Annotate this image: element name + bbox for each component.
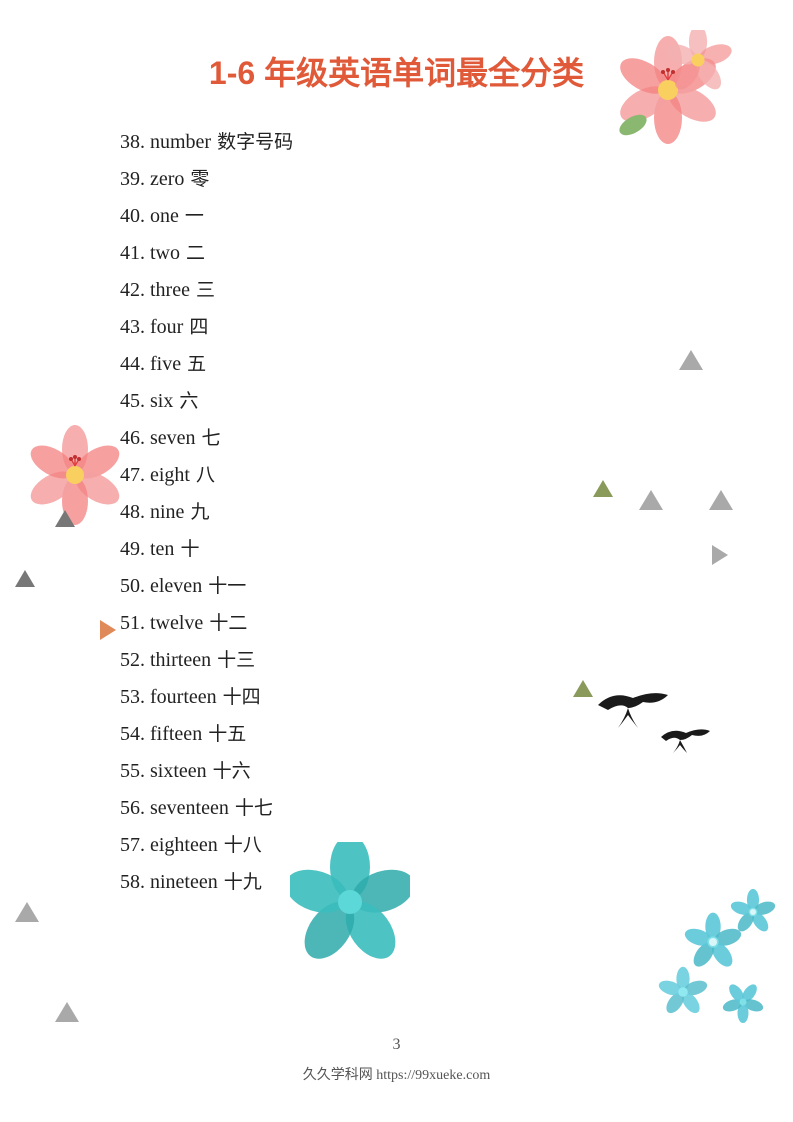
item-number: 40.	[120, 205, 145, 227]
flower-teal-icon	[290, 842, 410, 962]
triangle-deco-5	[712, 545, 728, 565]
item-chinese: 十七	[235, 798, 273, 819]
item-number: 43.	[120, 316, 145, 338]
item-number: 50.	[120, 575, 145, 597]
item-number: 51.	[120, 612, 145, 634]
item-chinese: 十二	[209, 613, 247, 634]
item-chinese: 十六	[213, 761, 251, 782]
item-chinese: 十	[180, 539, 199, 560]
triangle-deco-7	[15, 570, 35, 587]
list-item: 56. seventeen 十七	[120, 790, 793, 827]
item-chinese: 三	[196, 280, 215, 301]
item-english: eighteen	[150, 834, 218, 856]
list-item: 52. thirteen 十三	[120, 642, 793, 679]
item-english: seventeen	[150, 797, 229, 819]
triangle-deco-6	[573, 680, 593, 697]
item-english: eleven	[150, 575, 202, 597]
item-chinese: 七	[202, 428, 221, 449]
flower-top-right-icon	[603, 30, 733, 150]
item-number: 56.	[120, 797, 145, 819]
item-chinese: 十八	[224, 835, 262, 856]
item-chinese: 八	[196, 465, 215, 486]
item-english: fifteen	[150, 723, 202, 745]
triangle-deco-10	[55, 1002, 79, 1022]
item-english: one	[150, 205, 179, 227]
list-item: 40. one 一	[120, 198, 793, 235]
item-number: 54.	[120, 723, 145, 745]
triangle-deco-8	[100, 620, 116, 640]
item-chinese: 四	[189, 317, 208, 338]
triangle-deco-1	[679, 350, 703, 370]
item-english: fourteen	[150, 686, 217, 708]
item-number: 57.	[120, 834, 145, 856]
item-chinese: 五	[187, 354, 206, 375]
list-item: 57. eighteen 十八	[120, 827, 793, 864]
item-english: six	[150, 390, 173, 412]
item-number: 52.	[120, 649, 145, 671]
word-list: 38. number数字号码39. zero零40. one一41. two二4…	[120, 124, 793, 901]
item-number: 44.	[120, 353, 145, 375]
list-item: 49. ten 十	[120, 531, 793, 568]
item-number: 39.	[120, 168, 145, 190]
item-number: 45.	[120, 390, 145, 412]
item-english: thirteen	[150, 649, 211, 671]
item-chinese: 零	[190, 169, 209, 190]
item-chinese: 九	[190, 502, 209, 523]
item-english: seven	[150, 427, 196, 449]
triangle-deco-9	[15, 902, 39, 922]
item-chinese: 十四	[223, 687, 261, 708]
list-item: 46. seven七	[120, 420, 793, 457]
item-english: three	[150, 279, 190, 301]
list-item: 53. fourteen 十四	[120, 679, 793, 716]
bird-2-icon	[658, 720, 713, 755]
list-item: 39. zero 零	[120, 161, 793, 198]
footer-text: 久久学科网 https://99xueke.com	[0, 1064, 793, 1084]
item-chinese: 十三	[217, 650, 255, 671]
item-number: 49.	[120, 538, 145, 560]
page: 1-6 年级英语单词最全分类 38. number数字号码39. zero零40…	[0, 0, 793, 1122]
triangle-deco-11	[55, 510, 75, 527]
item-number: 38.	[120, 131, 145, 153]
page-number: 3	[0, 1036, 793, 1054]
item-english: twelve	[150, 612, 203, 634]
flower-blue-icon	[633, 862, 793, 1062]
item-number: 53.	[120, 686, 145, 708]
item-number: 42.	[120, 279, 145, 301]
item-english: five	[150, 353, 181, 375]
item-english: four	[150, 316, 183, 338]
list-item: 55. sixteen 十六	[120, 753, 793, 790]
item-english: zero	[150, 168, 184, 190]
item-english: nineteen	[150, 871, 218, 893]
item-english: number	[150, 131, 211, 153]
item-english: ten	[150, 538, 174, 560]
list-item: 47. eight八	[120, 457, 793, 494]
item-chinese: 十一	[208, 576, 246, 597]
item-chinese: 十九	[224, 872, 262, 893]
item-chinese: 十五	[208, 724, 246, 745]
item-number: 58.	[120, 871, 145, 893]
triangle-deco-2	[593, 480, 613, 497]
item-number: 55.	[120, 760, 145, 782]
item-chinese: 数字号码	[217, 132, 293, 153]
list-item: 50. eleven 十一	[120, 568, 793, 605]
list-item: 51. twelve 十二	[120, 605, 793, 642]
item-english: eight	[150, 464, 190, 486]
triangle-deco-3	[639, 490, 663, 510]
item-english: nine	[150, 501, 184, 523]
list-item: 41. two 二	[120, 235, 793, 272]
list-item: 48. nine九	[120, 494, 793, 531]
item-number: 41.	[120, 242, 145, 264]
item-english: sixteen	[150, 760, 207, 782]
list-item: 45. six 六	[120, 383, 793, 420]
list-item: 42. three 三	[120, 272, 793, 309]
flower-left-mid-icon	[20, 420, 130, 530]
item-english: two	[150, 242, 180, 264]
item-chinese: 一	[185, 206, 204, 227]
triangle-deco-4	[709, 490, 733, 510]
item-chinese: 六	[179, 391, 198, 412]
list-item: 43. four 四	[120, 309, 793, 346]
item-chinese: 二	[186, 243, 205, 264]
